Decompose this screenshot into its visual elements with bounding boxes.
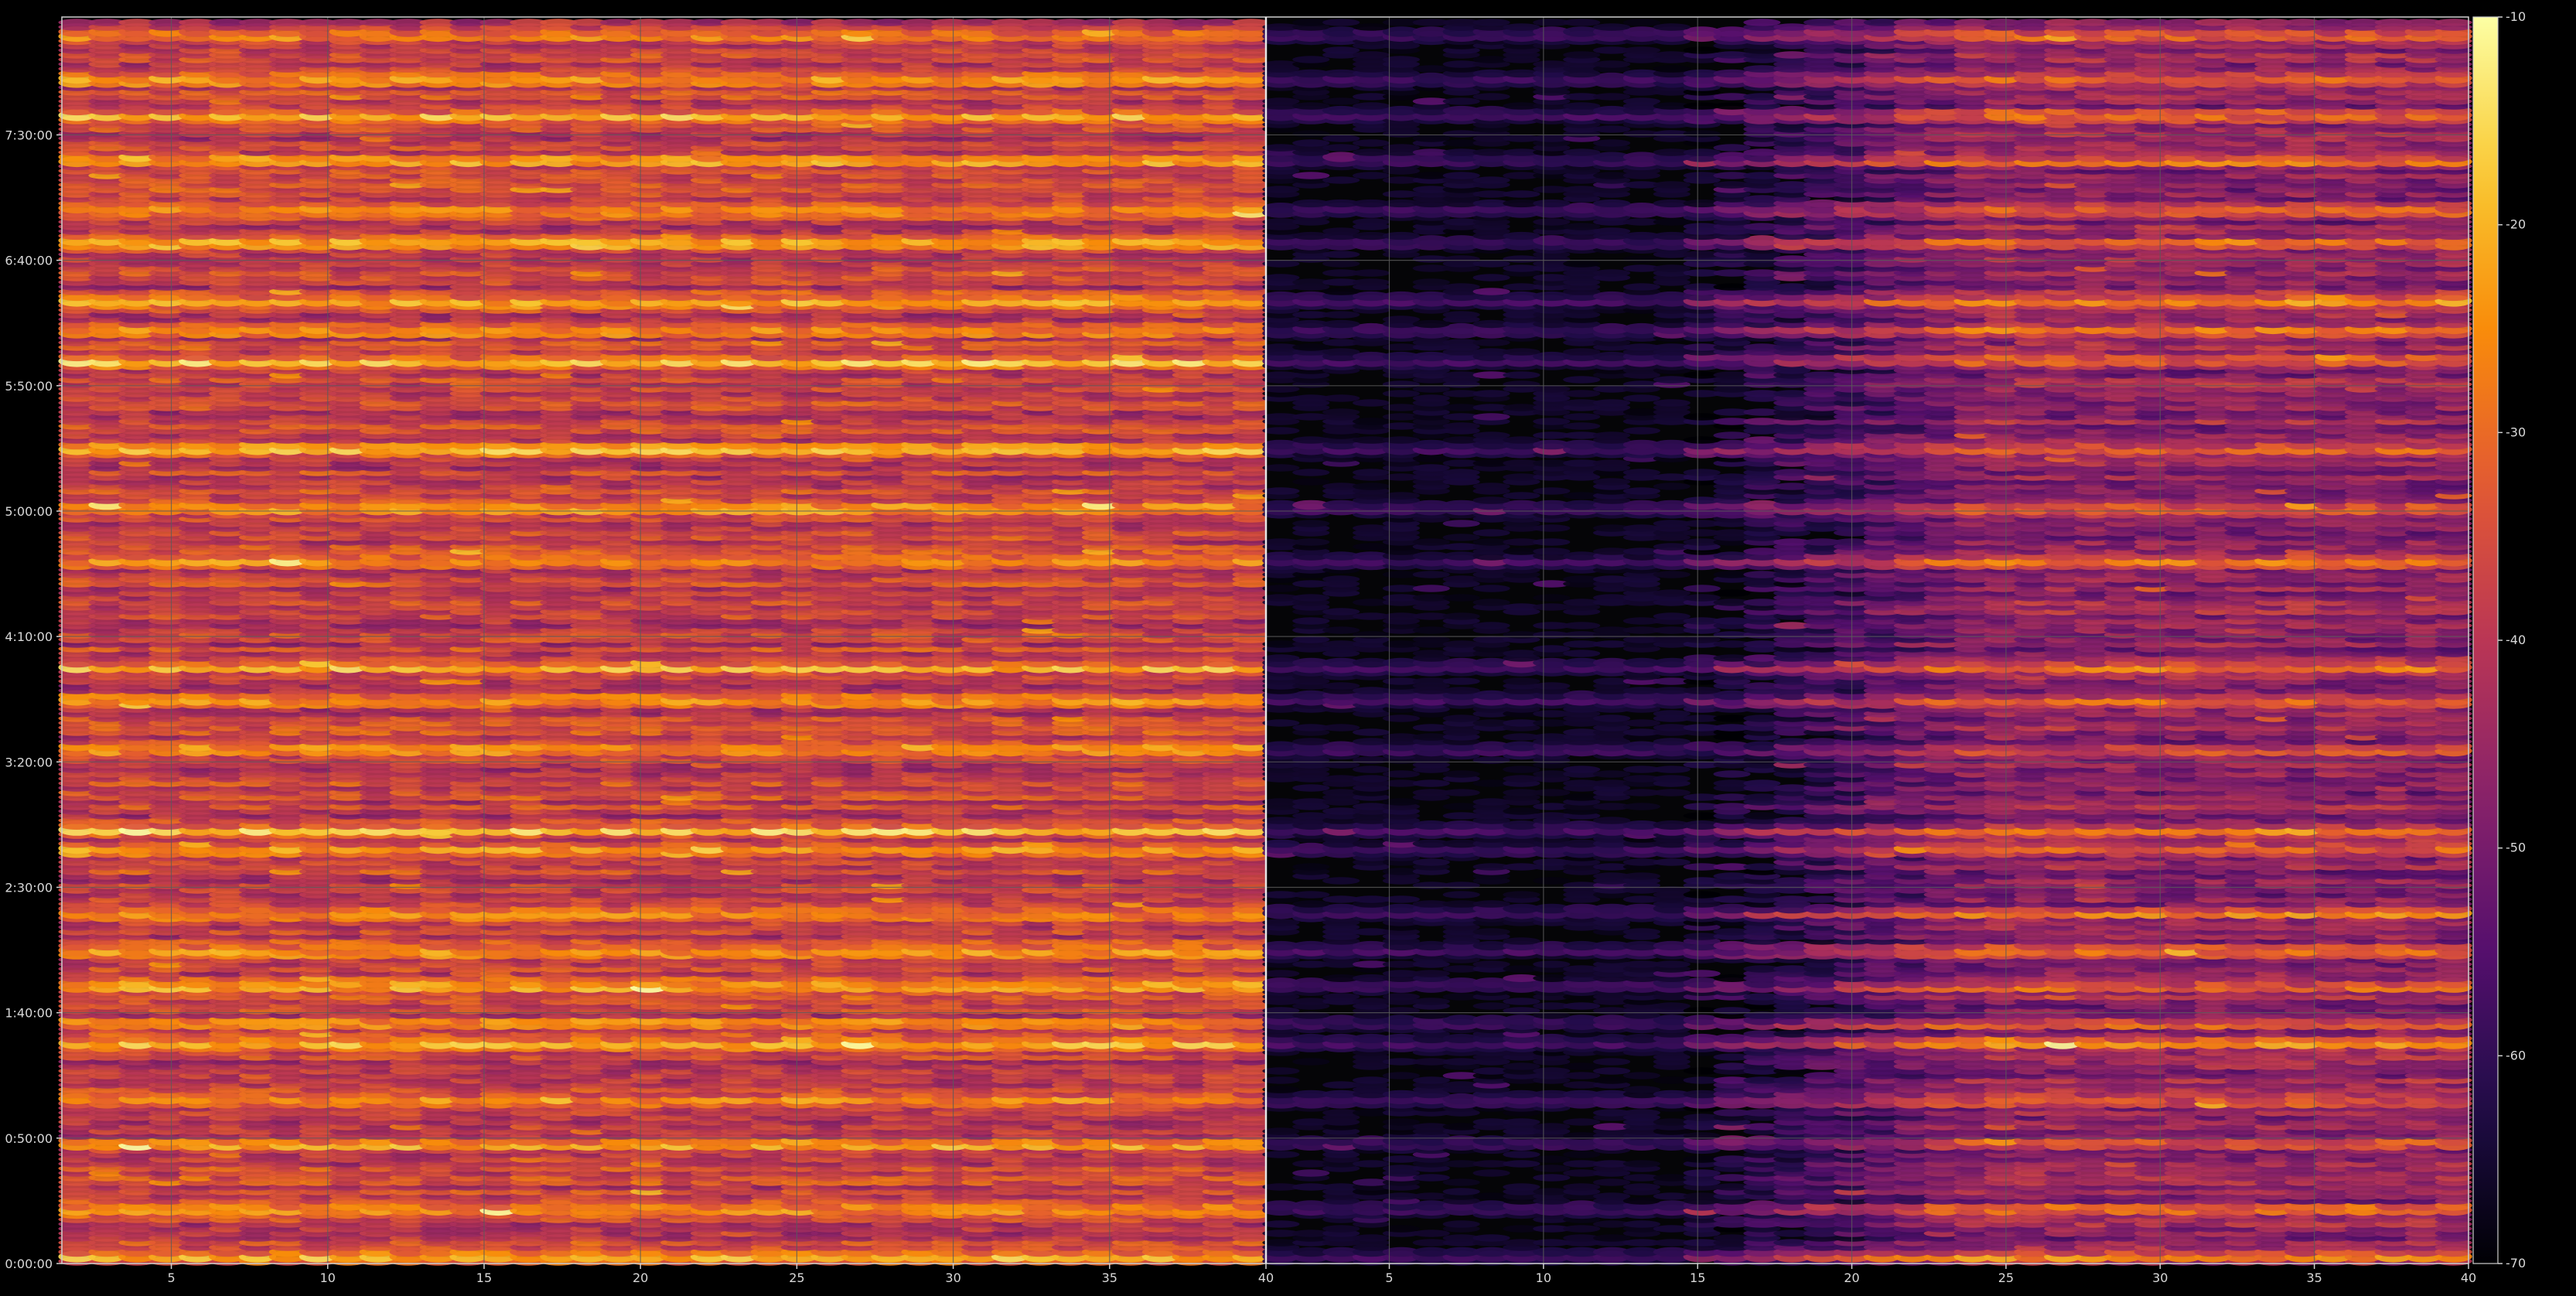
chart-svg: 0:00:000:50:001:40:002:30:003:20:004:10:… <box>0 0 2576 1293</box>
heatmap-chart: 0:00:00 0:50:00 1:40:00 2:30:00 3:20:00 4:10:… <box>0 0 2576 1293</box>
heatmap-panel-1 <box>58 17 1270 1266</box>
